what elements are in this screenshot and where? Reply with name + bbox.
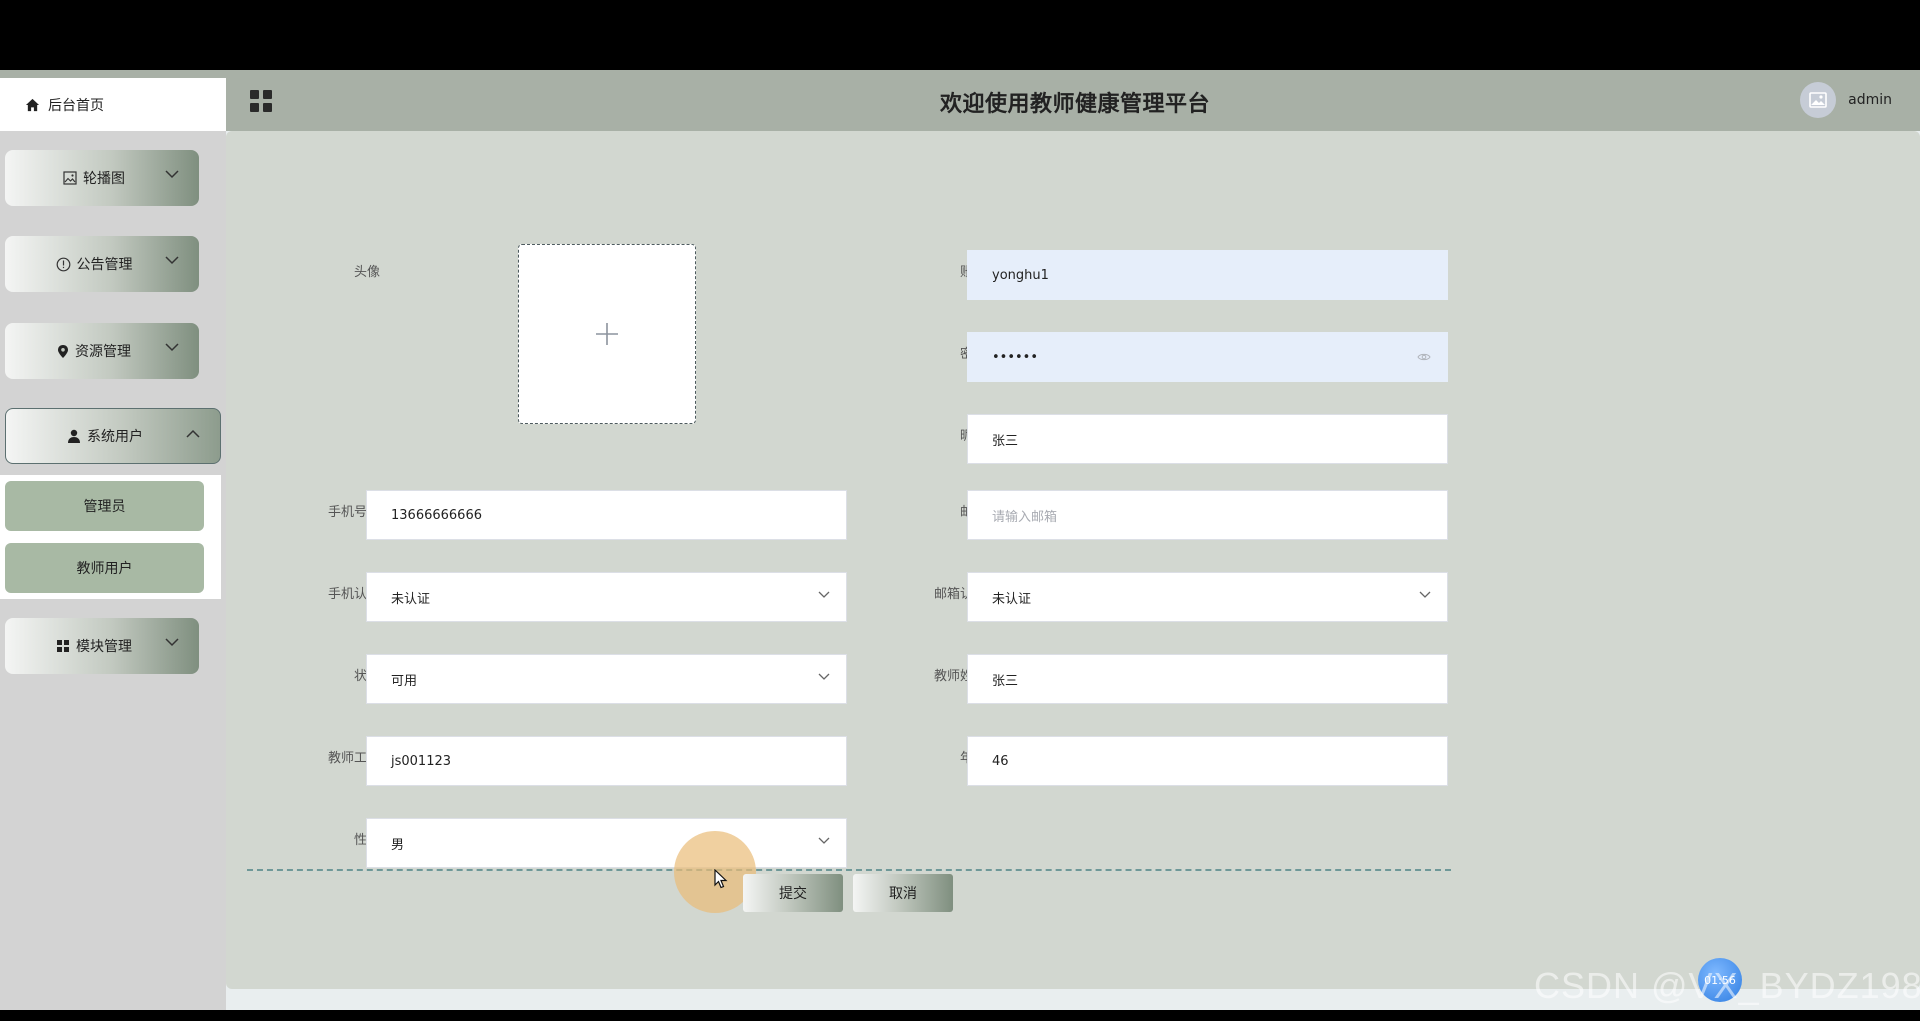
submenu-item-admin[interactable]: 管理员: [5, 481, 204, 531]
chevron-down-icon: [1419, 591, 1431, 598]
plus-icon: [596, 323, 618, 345]
location-pin-icon: [58, 344, 68, 358]
user-menu[interactable]: admin: [1800, 82, 1892, 118]
username: admin: [1848, 92, 1892, 108]
password-value: ••••••: [992, 349, 1039, 365]
top-header: 后台首页 欢迎使用教师健康管理平台 admin: [0, 70, 1920, 131]
avatar-label: 头像: [353, 265, 380, 280]
sidebar: 轮播图 公告管理 资源管理 系统用户 管理员 教师用户 模块管理: [0, 131, 226, 1010]
user-edit-form: 头像 手机号码 13666666666 手机认证 未认证 状态 可用 教师工号 …: [226, 131, 1920, 989]
avatar[interactable]: [1800, 82, 1837, 118]
submenu-system-users: 管理员 教师用户: [0, 475, 221, 599]
submit-button[interactable]: 提交: [743, 874, 843, 912]
submenu-item-teacher-users[interactable]: 教师用户: [5, 543, 204, 593]
sidebar-item-label: 公告管理: [76, 257, 133, 273]
chevron-down-icon: [818, 591, 830, 598]
info-circle-icon: [56, 257, 70, 271]
teacher-name-value: 张三: [992, 673, 1019, 689]
chevron-down-icon: [165, 170, 179, 179]
chevron-down-icon: [165, 256, 179, 265]
gender-value: 男: [391, 837, 405, 853]
nickname-input[interactable]: 张三: [967, 414, 1448, 464]
sidebar-item-label: 模块管理: [76, 639, 132, 655]
sidebar-item-label: 系统用户: [87, 429, 143, 445]
age-input[interactable]: 46: [967, 736, 1448, 786]
teacher-name-input[interactable]: 张三: [967, 654, 1448, 704]
eye-icon[interactable]: [1417, 352, 1431, 362]
chevron-down-icon: [165, 343, 179, 352]
account-input[interactable]: yonghu1: [967, 250, 1448, 300]
gender-label: 性别: [250, 829, 380, 848]
age-value: 46: [992, 753, 1009, 769]
sidebar-item-modules[interactable]: 模块管理: [5, 618, 199, 674]
chevron-up-icon: [186, 429, 200, 438]
status-select[interactable]: 可用: [366, 654, 847, 704]
phone-verify-value: 未认证: [391, 591, 431, 607]
phone-verify-label: 手机认证: [327, 587, 380, 602]
image-placeholder-icon: [1809, 92, 1827, 108]
account-value: yonghu1: [992, 267, 1049, 283]
chevron-down-icon: [818, 673, 830, 680]
form-divider: [247, 869, 1451, 871]
teacher-id-input[interactable]: js001123: [366, 736, 847, 786]
phone-label: 手机号码: [327, 505, 380, 520]
avatar-upload[interactable]: [518, 244, 696, 424]
chevron-down-icon: [165, 638, 179, 647]
mouse-cursor-icon: [714, 869, 728, 889]
status-value: 可用: [391, 673, 418, 689]
email-placeholder: 请输入邮箱: [992, 509, 1058, 525]
sidebar-item-system-users[interactable]: 系统用户: [5, 408, 221, 464]
sidebar-item-label: 资源管理: [75, 344, 131, 360]
app-window: 后台首页 欢迎使用教师健康管理平台 admin 轮播图 公告管理 资源管理 系统…: [0, 70, 1920, 1010]
cancel-button[interactable]: 取消: [853, 874, 953, 912]
phone-verify-select[interactable]: 未认证: [366, 572, 847, 622]
nickname-value: 张三: [992, 433, 1019, 449]
chevron-down-icon: [818, 837, 830, 844]
user-icon: [68, 429, 80, 443]
picture-icon: [63, 171, 77, 185]
teacher-id-label: 教师工号: [327, 751, 380, 766]
status-label: 状态: [250, 665, 380, 684]
email-input[interactable]: 请输入邮箱: [967, 490, 1448, 540]
sidebar-item-resources[interactable]: 资源管理: [5, 323, 199, 379]
grid-icon: [57, 640, 69, 652]
email-verify-value: 未认证: [992, 591, 1032, 607]
email-verify-select[interactable]: 未认证: [967, 572, 1448, 622]
sidebar-item-label: 轮播图: [83, 171, 125, 187]
gender-select[interactable]: 男: [366, 818, 847, 868]
password-input[interactable]: ••••••: [967, 332, 1448, 382]
teacher-id-value: js001123: [391, 753, 452, 769]
phone-input[interactable]: 13666666666: [366, 490, 847, 540]
watermark: CSDN @VX_BYDZ1988: [1534, 965, 1920, 1006]
sidebar-item-notices[interactable]: 公告管理: [5, 236, 199, 292]
sidebar-item-carousel[interactable]: 轮播图: [5, 150, 199, 206]
phone-value: 13666666666: [391, 507, 482, 523]
page-title: 欢迎使用教师健康管理平台: [939, 92, 1210, 117]
